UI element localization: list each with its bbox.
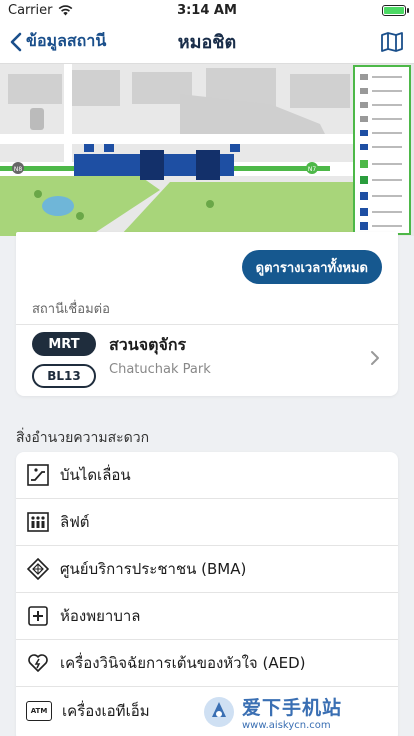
back-button-label: ข้อมูลสถานี (26, 31, 107, 50)
facility-first-aid: ห้องพยาบาล (16, 593, 398, 640)
map-code-n8: N8 (14, 166, 22, 173)
station-info-card: ดูตารางเวลาทั้งหมด สถานีเชื่อมต่อ MRT BL… (16, 232, 398, 396)
chevron-left-icon (10, 32, 22, 51)
line-badges: MRT BL13 (32, 332, 96, 388)
station-code-badge: BL13 (32, 364, 96, 388)
facility-service-center: ศูนย์บริการประชาชน (BMA) (16, 546, 398, 593)
navigation-bar: ข้อมูลสถานี หมอชิต (0, 20, 414, 64)
atm-icon: ATM (26, 700, 52, 721)
service-center-icon (26, 557, 50, 581)
facility-label: ศูนย์บริการประชาชน (BMA) (60, 560, 247, 578)
watermark-cn: 爱下手机站 (242, 697, 343, 719)
aed-icon (26, 651, 50, 675)
battery-icon (382, 4, 409, 16)
status-time: 3:14 AM (177, 2, 237, 18)
facility-label: ลิฟต์ (60, 513, 90, 531)
watermark: 爱下手机站 www.aiskycn.com (194, 688, 414, 736)
first-aid-icon (26, 604, 50, 628)
facility-label: บันไดเลื่อน (60, 466, 131, 484)
map-code-n7: N7 (308, 166, 316, 173)
station-map-graphic: N8 N7 (0, 64, 414, 236)
facility-label: ห้องพยาบาล (60, 607, 141, 625)
status-bar: Carrier 3:14 AM (0, 0, 414, 20)
map-icon[interactable] (380, 30, 404, 54)
facility-label: เครื่องเอทีเอ็ม (62, 701, 150, 720)
view-schedule-button[interactable]: ดูตารางเวลาทั้งหมด (241, 250, 382, 284)
watermark-text: 爱下手机站 www.aiskycn.com (242, 693, 342, 731)
facility-aed: เครื่องวินิจฉัยการเต้นของหัวใจ (AED) (16, 640, 398, 687)
escalator-icon (26, 463, 50, 487)
facilities-title: สิ่งอำนวยความสะดวก (16, 430, 150, 446)
station-map[interactable]: N8 N7 (0, 64, 414, 236)
connection-name-en: Chatuchak Park (109, 362, 211, 377)
facility-elevator: ลิฟต์ (16, 499, 398, 546)
watermark-url: www.aiskycn.com (242, 720, 331, 731)
chevron-right-icon (371, 351, 379, 365)
connection-name-th: สวนจตุจักร (109, 335, 187, 354)
line-badge: MRT (32, 332, 96, 356)
connection-row[interactable]: MRT BL13 สวนจตุจักร Chatuchak Park (16, 324, 398, 396)
facility-label: เครื่องวินิจฉัยการเต้นของหัวใจ (AED) (60, 654, 306, 672)
elevator-icon (26, 510, 50, 534)
back-button[interactable]: ข้อมูลสถานี (10, 29, 106, 54)
connection-label: สถานีเชื่อมต่อ (32, 302, 110, 317)
atm-icon-text: ATM (30, 706, 48, 715)
watermark-logo-icon (204, 697, 234, 727)
facility-escalator: บันไดเลื่อน (16, 452, 398, 499)
